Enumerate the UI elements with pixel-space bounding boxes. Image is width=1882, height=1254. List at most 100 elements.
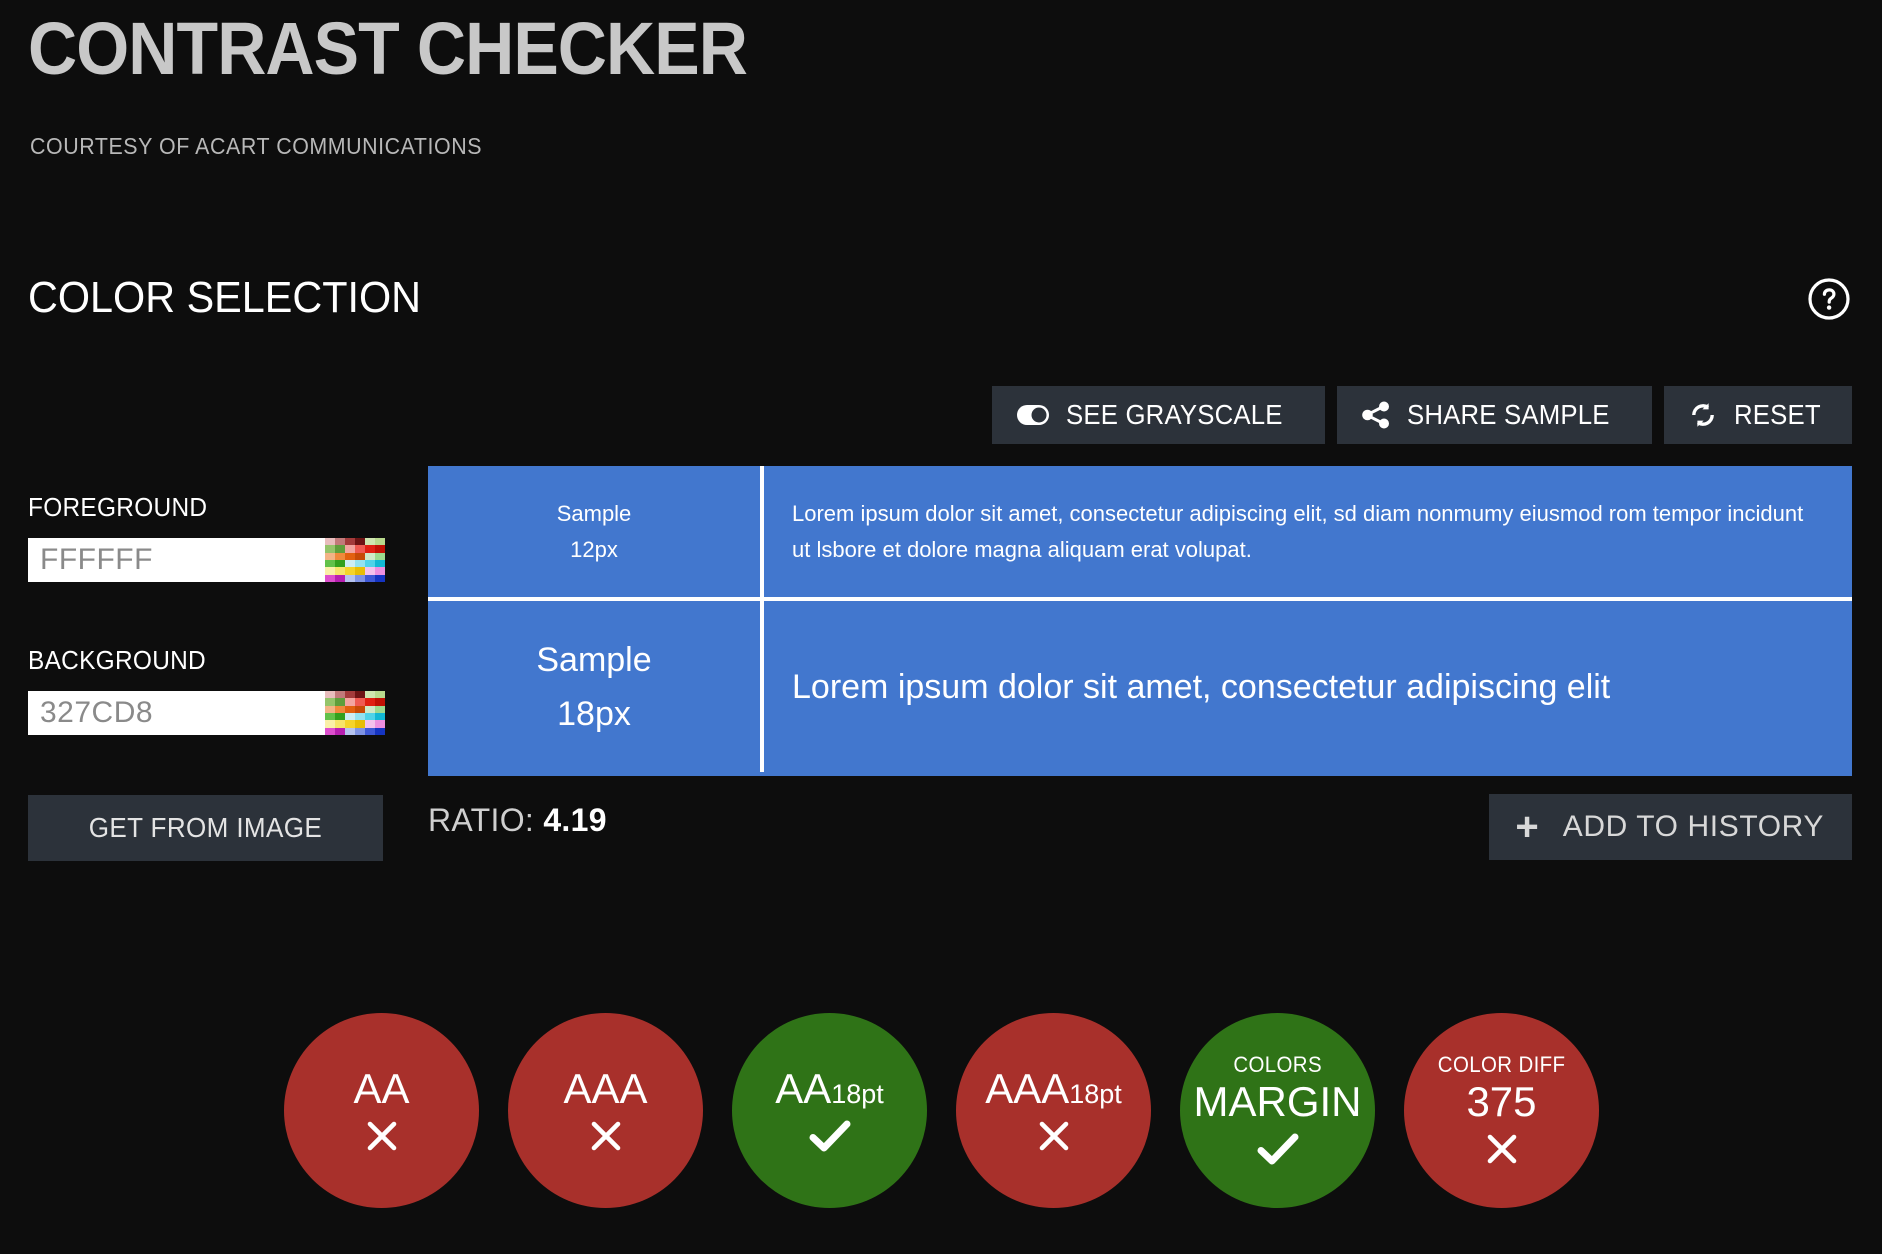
compliance-badge[interactable]: AA 18pt bbox=[732, 1013, 927, 1208]
palette-swatch[interactable] bbox=[355, 698, 365, 706]
palette-swatch[interactable] bbox=[345, 713, 355, 721]
palette-swatch[interactable] bbox=[325, 545, 335, 553]
palette-swatch[interactable] bbox=[325, 698, 335, 706]
sample-row-18px: Sample 18px Lorem ipsum dolor sit amet, … bbox=[428, 601, 1852, 772]
palette-swatch[interactable] bbox=[355, 538, 365, 546]
palette-swatch[interactable] bbox=[355, 560, 365, 568]
palette-swatch[interactable] bbox=[365, 560, 375, 568]
palette-swatch[interactable] bbox=[325, 552, 335, 560]
palette-swatch[interactable] bbox=[345, 560, 355, 568]
compliance-badge[interactable]: AAA bbox=[508, 1013, 703, 1208]
contrast-checker-page: CONTRAST CHECKER COURTESY OF ACART COMMU… bbox=[0, 0, 1882, 1254]
palette-swatch[interactable] bbox=[325, 538, 335, 546]
palette-swatch[interactable] bbox=[355, 574, 365, 582]
palette-swatch[interactable] bbox=[375, 698, 385, 706]
palette-swatch[interactable] bbox=[335, 698, 345, 706]
palette-swatch[interactable] bbox=[375, 538, 385, 546]
palette-swatch[interactable] bbox=[365, 698, 375, 706]
palette-swatch[interactable] bbox=[335, 705, 345, 713]
palette-swatch[interactable] bbox=[345, 698, 355, 706]
share-sample-button[interactable]: SHARE SAMPLE bbox=[1337, 386, 1652, 444]
palette-swatch[interactable] bbox=[345, 545, 355, 553]
palette-swatch[interactable] bbox=[365, 552, 375, 560]
palette-swatch[interactable] bbox=[365, 720, 375, 728]
palette-swatch[interactable] bbox=[365, 727, 375, 735]
palette-swatch[interactable] bbox=[365, 567, 375, 575]
compliance-badge[interactable]: COLORS MARGIN bbox=[1180, 1013, 1375, 1208]
add-to-history-button[interactable]: + ADD TO HISTORY bbox=[1489, 794, 1852, 860]
see-grayscale-button[interactable]: SEE GRAYSCALE bbox=[991, 386, 1326, 444]
palette-swatch[interactable] bbox=[335, 574, 345, 582]
palette-swatch[interactable] bbox=[325, 720, 335, 728]
palette-swatch[interactable] bbox=[325, 691, 335, 699]
palette-swatch[interactable] bbox=[365, 691, 375, 699]
badge-main-label: AAA bbox=[563, 1065, 647, 1112]
palette-swatch[interactable] bbox=[335, 545, 345, 553]
badge-caption: COLORS bbox=[1233, 1051, 1322, 1077]
palette-swatch[interactable] bbox=[365, 538, 375, 546]
palette-swatch[interactable] bbox=[355, 545, 365, 553]
palette-swatch[interactable] bbox=[345, 720, 355, 728]
palette-swatch[interactable] bbox=[365, 545, 375, 553]
palette-swatch[interactable] bbox=[345, 574, 355, 582]
palette-swatch[interactable] bbox=[375, 713, 385, 721]
cross-icon bbox=[1485, 1129, 1519, 1169]
palette-swatch[interactable] bbox=[325, 713, 335, 721]
foreground-palette-swatch-icon[interactable] bbox=[325, 538, 385, 582]
palette-swatch[interactable] bbox=[365, 713, 375, 721]
palette-swatch[interactable] bbox=[375, 574, 385, 582]
palette-swatch[interactable] bbox=[325, 727, 335, 735]
palette-swatch[interactable] bbox=[325, 705, 335, 713]
palette-swatch[interactable] bbox=[375, 552, 385, 560]
palette-swatch[interactable] bbox=[335, 538, 345, 546]
palette-swatch[interactable] bbox=[345, 538, 355, 546]
palette-swatch[interactable] bbox=[375, 567, 385, 575]
palette-swatch[interactable] bbox=[335, 691, 345, 699]
palette-swatch[interactable] bbox=[355, 552, 365, 560]
palette-swatch[interactable] bbox=[345, 691, 355, 699]
badge-main-label: AAA 18pt bbox=[985, 1065, 1122, 1112]
palette-swatch[interactable] bbox=[375, 691, 385, 699]
palette-swatch[interactable] bbox=[325, 574, 335, 582]
compliance-badge[interactable]: AAA 18pt bbox=[956, 1013, 1151, 1208]
palette-swatch[interactable] bbox=[375, 560, 385, 568]
palette-swatch[interactable] bbox=[335, 727, 345, 735]
badge-level: 375 bbox=[1466, 1077, 1537, 1125]
palette-swatch[interactable] bbox=[345, 705, 355, 713]
palette-swatch[interactable] bbox=[355, 567, 365, 575]
contrast-ratio-value: 4.19 bbox=[543, 802, 607, 838]
palette-swatch[interactable] bbox=[335, 552, 345, 560]
foreground-hex-input[interactable] bbox=[28, 538, 325, 582]
palette-swatch[interactable] bbox=[355, 713, 365, 721]
reset-button[interactable]: RESET bbox=[1663, 386, 1852, 444]
compliance-badge[interactable]: AA bbox=[284, 1013, 479, 1208]
palette-swatch[interactable] bbox=[345, 552, 355, 560]
palette-swatch[interactable] bbox=[335, 713, 345, 721]
palette-swatch[interactable] bbox=[375, 705, 385, 713]
palette-swatch[interactable] bbox=[335, 720, 345, 728]
palette-swatch[interactable] bbox=[365, 705, 375, 713]
palette-swatch[interactable] bbox=[375, 720, 385, 728]
palette-swatch[interactable] bbox=[355, 705, 365, 713]
see-grayscale-label: SEE GRAYSCALE bbox=[1065, 399, 1283, 430]
help-button[interactable] bbox=[1806, 276, 1852, 322]
palette-swatch[interactable] bbox=[355, 720, 365, 728]
palette-swatch[interactable] bbox=[335, 560, 345, 568]
palette-swatch[interactable] bbox=[365, 574, 375, 582]
palette-swatch[interactable] bbox=[345, 727, 355, 735]
palette-swatch[interactable] bbox=[375, 727, 385, 735]
palette-swatch[interactable] bbox=[355, 691, 365, 699]
get-from-image-button[interactable]: GET FROM IMAGE bbox=[28, 795, 383, 861]
foreground-color-row bbox=[28, 538, 385, 582]
sample-label-18px-line2: 18px bbox=[557, 694, 631, 733]
palette-swatch[interactable] bbox=[375, 545, 385, 553]
badge-main-label: AA 18pt bbox=[775, 1065, 884, 1112]
palette-swatch[interactable] bbox=[355, 727, 365, 735]
background-palette-swatch-icon[interactable] bbox=[325, 691, 385, 735]
palette-swatch[interactable] bbox=[325, 560, 335, 568]
palette-swatch[interactable] bbox=[325, 567, 335, 575]
compliance-badge[interactable]: COLOR DIFF 375 bbox=[1404, 1013, 1599, 1208]
palette-swatch[interactable] bbox=[345, 567, 355, 575]
palette-swatch[interactable] bbox=[335, 567, 345, 575]
background-hex-input[interactable] bbox=[28, 691, 325, 735]
